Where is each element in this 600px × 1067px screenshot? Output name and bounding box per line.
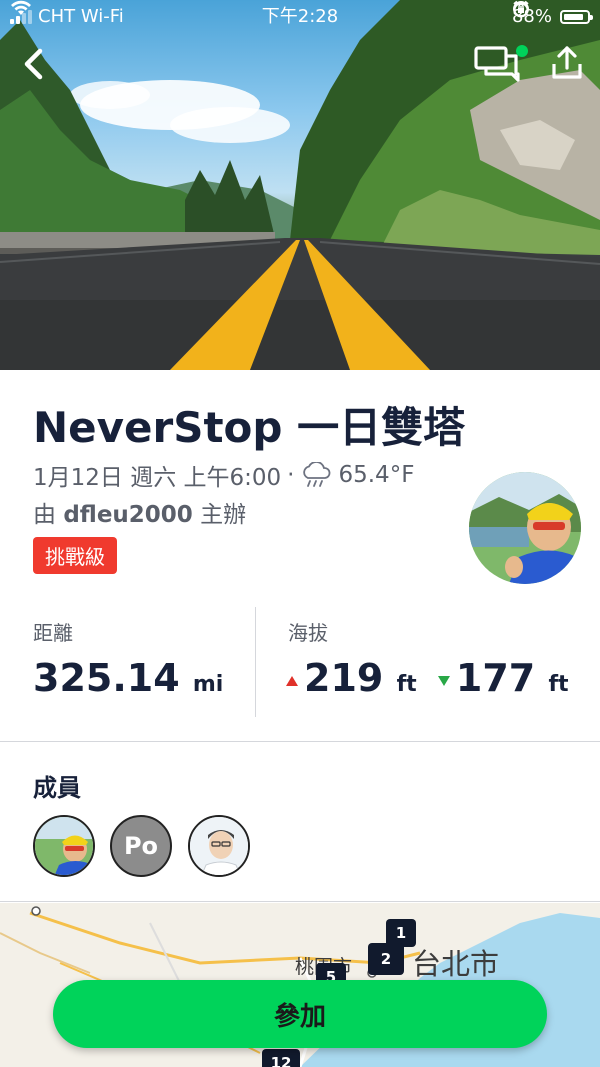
elevation-loss-icon [437, 675, 450, 686]
rain-cloud-icon [303, 462, 331, 487]
share-icon [552, 46, 582, 79]
event-date: 1月12日 週六 上午6:00 [33, 465, 282, 491]
route-pin[interactable]: 2 [368, 943, 404, 975]
member-avatar[interactable] [188, 815, 250, 877]
status-bar: CHT Wi-Fi 下午2:28 88% [0, 0, 600, 34]
distance-number: 325.14 [33, 656, 180, 700]
elevation-loss-unit: ft [548, 672, 569, 697]
organizer-avatar[interactable] [469, 472, 581, 584]
elevation-gain-icon [286, 675, 298, 686]
organizer-name[interactable]: dfleu2000 [63, 502, 193, 528]
map-label-taipei: 台北市 [412, 947, 500, 981]
back-button[interactable] [18, 46, 54, 82]
back-icon [24, 48, 43, 80]
elevation-label: 海拔 [288, 621, 328, 645]
member-avatar-initials[interactable]: Po [110, 815, 172, 877]
meta-separator-dot: · [287, 462, 295, 488]
member-initials-text: Po [123, 832, 159, 860]
weather-temperature: 65.4°F [338, 462, 415, 488]
chat-icon [474, 45, 528, 82]
elevation-loss-number: 177 [455, 656, 536, 700]
organizer-avatar-photo [469, 472, 581, 584]
alarm-icon [513, 0, 529, 18]
distance-label: 距離 [33, 621, 73, 645]
organizer-prefix: 由 [33, 502, 56, 528]
event-organizer: 由 dfleu2000 主辦 [33, 495, 246, 529]
route-pin[interactable]: 12 [262, 1049, 300, 1067]
elevation-gain-number: 219 [304, 656, 384, 700]
member-avatar[interactable] [33, 815, 95, 877]
event-datetime-weather: 1月12日 週六 上午6:00 · 65.4°F [33, 458, 414, 492]
event-detail-page: CHT Wi-Fi 下午2:28 88% NeverStop 一日雙塔 1月12… [0, 0, 600, 1067]
status-bar-right: 88% [512, 0, 593, 34]
member-avatar-photo [190, 817, 248, 875]
distance-unit: mi [192, 672, 224, 697]
status-bar-time: 下午2:28 [261, 6, 339, 27]
organizer-suffix: 主辦 [200, 502, 247, 528]
members-title: 成員 [33, 774, 81, 802]
notification-dot [516, 45, 528, 57]
event-cover-image: CHT Wi-Fi 下午2:28 88% [0, 0, 600, 370]
section-divider [0, 741, 600, 742]
challenge-level-badge: 挑戰級 [33, 537, 117, 574]
distance-value: 325.14 mi [33, 656, 223, 700]
battery-icon [560, 10, 593, 24]
event-title: NeverStop 一日雙塔 [33, 403, 466, 452]
share-button[interactable] [549, 44, 585, 82]
map-top-divider [0, 901, 600, 902]
join-button[interactable]: 參加 [53, 980, 547, 1048]
elevation-value: 219 ft 177 ft [286, 656, 569, 700]
member-avatar-photo [35, 817, 93, 875]
chat-button[interactable] [472, 42, 532, 84]
elevation-gain-unit: ft [396, 672, 417, 697]
stats-divider [255, 607, 256, 717]
